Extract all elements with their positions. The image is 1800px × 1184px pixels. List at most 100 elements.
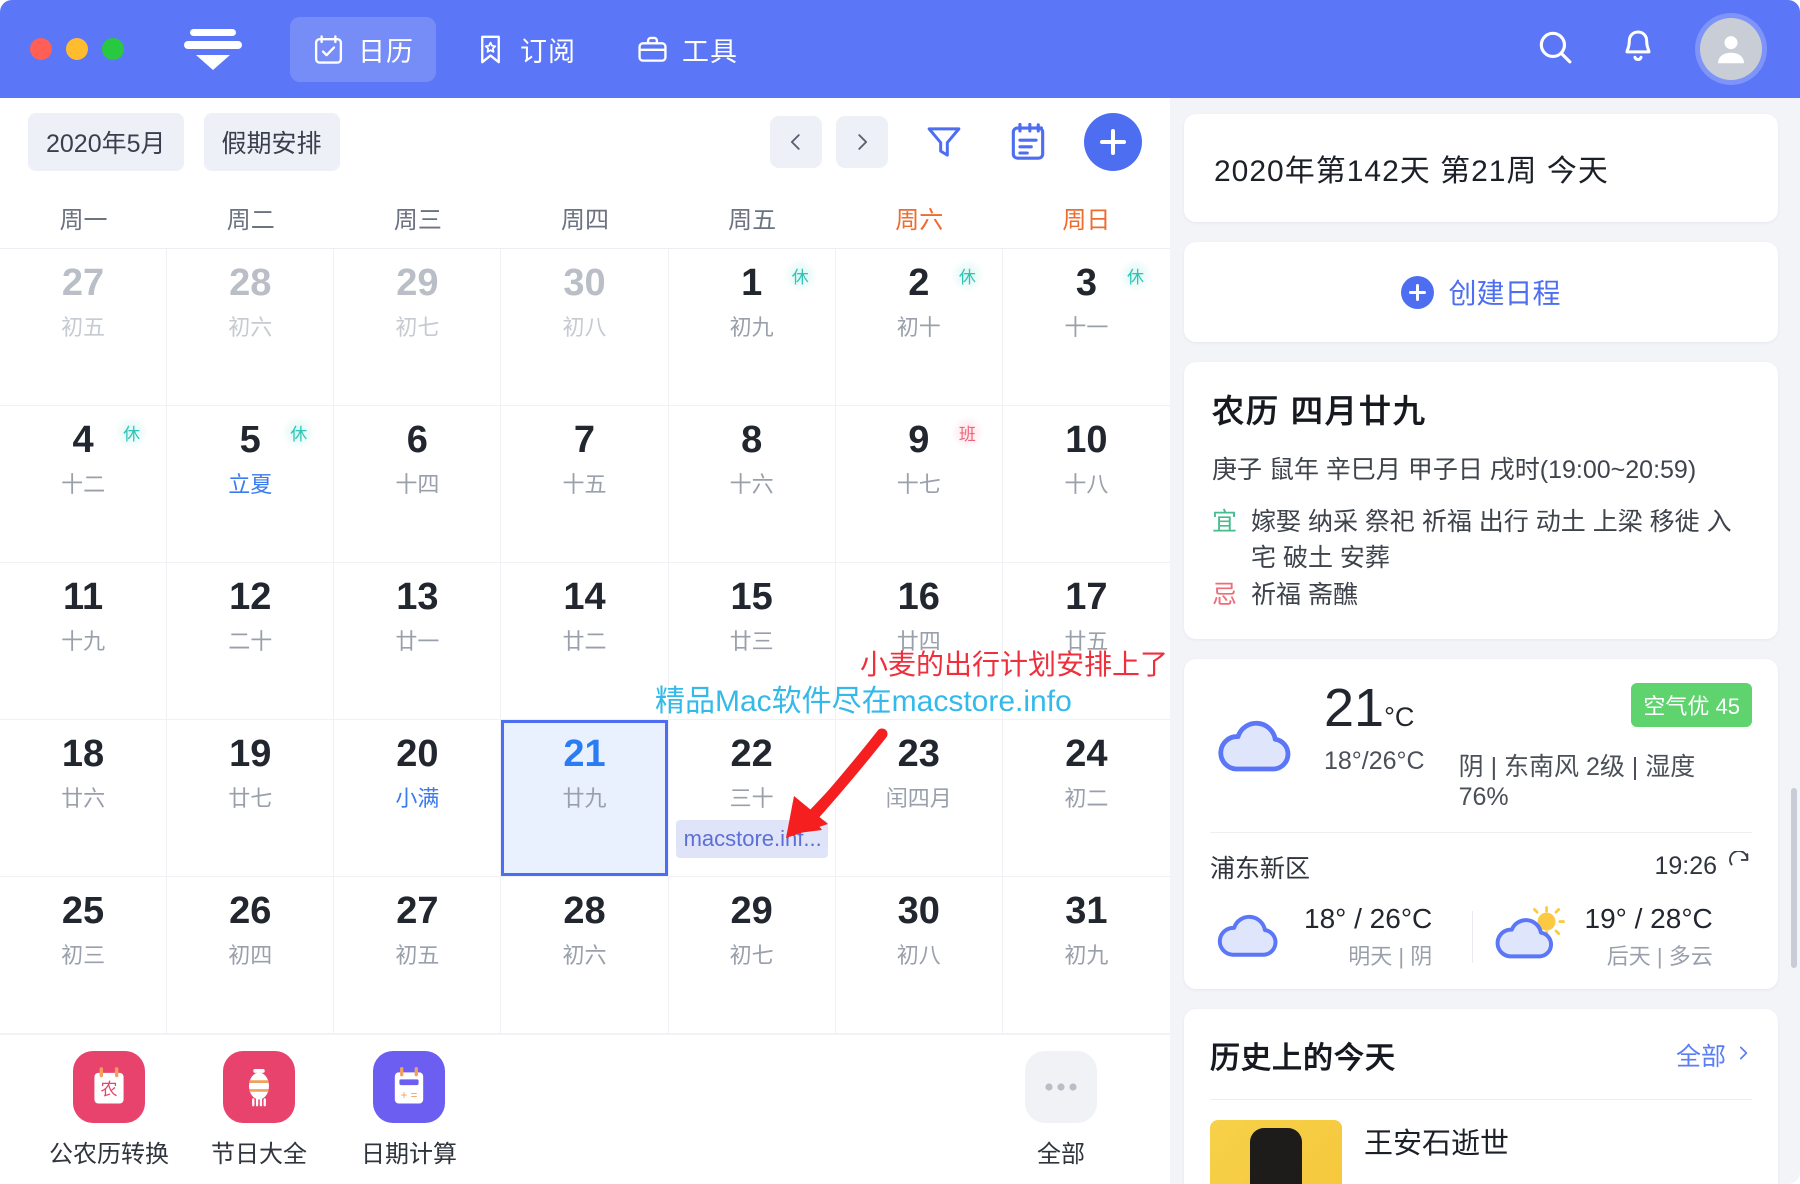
month-selector[interactable]: 2020年5月	[28, 113, 184, 171]
day-lunar-label: 初三	[61, 943, 106, 969]
sidebar-scrollbar[interactable]	[1791, 788, 1797, 968]
calendar-day-cell[interactable]: 30 初八	[835, 877, 1003, 1034]
calendar-day-cell[interactable]: 7 十五	[501, 406, 669, 563]
calendar-day-cell[interactable]: 15 廿三	[668, 563, 836, 720]
calendar-day-cell[interactable]: 8 十六	[668, 406, 836, 563]
festival-lantern-icon	[223, 1050, 295, 1123]
day-lunar-label: 二十	[228, 629, 273, 655]
forecast-dayafter-temp: 19° / 28°C	[1584, 902, 1713, 934]
tool-all[interactable]: 全部	[986, 1050, 1136, 1169]
tab-subscribe[interactable]: 订阅	[452, 17, 598, 82]
close-button[interactable]	[30, 38, 52, 60]
calendar-day-cell[interactable]: 28 初六	[167, 249, 335, 406]
day-event-chip[interactable]: macstore.inf...	[675, 820, 828, 858]
weather-forecast: 18° / 26°C 明天 | 阴 19° / 28°C 后天 | 多云	[1210, 903, 1752, 971]
day-lunar-label: 廿二	[562, 629, 607, 655]
weekday-wed: 周三	[393, 206, 442, 234]
weekday-header: 周一 周二 周三 周四 周五 周六 周日	[0, 186, 1170, 248]
more-dots-icon	[1025, 1050, 1097, 1123]
lunar-date-title: 农历 四月廿九	[1212, 393, 1427, 429]
next-month-button[interactable]	[836, 116, 888, 168]
history-thumbnail	[1210, 1119, 1342, 1184]
calendar-day-cell[interactable]: 18 廿六	[0, 720, 168, 877]
tool-festival[interactable]: 节日大全	[184, 1050, 334, 1169]
bell-icon[interactable]	[1618, 27, 1658, 72]
calendar-day-cell[interactable]: 12 二十	[167, 563, 335, 720]
calendar-day-cell[interactable]: 30 初八	[501, 249, 669, 406]
calendar-day-cell[interactable]: 17 廿五	[1002, 563, 1170, 720]
day-lunar-label: 初五	[395, 943, 440, 969]
calendar-day-cell[interactable]: 9 十七班	[835, 406, 1003, 563]
day-number: 22	[730, 733, 773, 775]
calendar-day-cell[interactable]: 29 初七	[334, 249, 502, 406]
plus-icon	[1401, 275, 1435, 309]
day-lunar-label: 廿五	[1064, 629, 1109, 655]
calendar-day-cell[interactable]: 10 十八	[1002, 406, 1170, 563]
schedule-list-icon[interactable]	[1000, 114, 1056, 170]
lunar-yi-row: 宜 嫁娶 纳采 祭祀 祈福 出行 动土 上梁 移徙 入宅 破土 安葬	[1212, 504, 1750, 577]
calendar-day-cell[interactable]: 22 三十 macstore.inf...	[668, 720, 836, 877]
tool-date-calculator-label: 日期计算	[361, 1140, 457, 1168]
day-lunar-label: 初六	[562, 943, 607, 969]
calendar-day-cell[interactable]: 24 初二	[1002, 720, 1170, 877]
calendar-day-cell[interactable]: 13 廿一	[334, 563, 502, 720]
add-event-button[interactable]	[1084, 113, 1142, 171]
day-lunar-label: 初十	[896, 315, 941, 341]
calendar-day-cell[interactable]: 20 小满	[334, 720, 502, 877]
calendar-day-cell[interactable]: 28 初六	[501, 877, 669, 1034]
tool-date-calculator[interactable]: + = 日期计算	[334, 1050, 484, 1169]
day-lunar-label: 廿一	[395, 629, 440, 655]
lunar-ji-row: 忌 祈福 斋醮	[1212, 577, 1750, 613]
calendar-day-cell[interactable]: 27 初五	[334, 877, 502, 1034]
tab-subscribe-label: 订阅	[520, 36, 576, 67]
tool-lunar-convert[interactable]: 农 公农历转换	[34, 1050, 184, 1169]
calendar-day-cell[interactable]: 11 十九	[0, 563, 168, 720]
calendar-day-cell[interactable]: 1 初九休	[668, 249, 836, 406]
weather-location-row: 浦东新区 19:26	[1210, 849, 1752, 885]
minimize-button[interactable]	[66, 38, 88, 60]
calendar-day-cell[interactable]: 29 初七	[668, 877, 836, 1034]
maximize-button[interactable]	[102, 38, 124, 60]
filter-icon[interactable]	[916, 114, 972, 170]
list-item[interactable]: 王安石逝世	[1210, 1100, 1752, 1184]
partly-cloudy-icon	[1491, 905, 1569, 968]
forecast-tomorrow: 18° / 26°C 明天 | 阴	[1210, 903, 1472, 971]
day-lunar-label: 廿三	[729, 629, 774, 655]
calendar-day-cell[interactable]: 19 廿七	[167, 720, 335, 877]
calendar-day-cell[interactable]: 21 廿九	[501, 720, 669, 877]
prev-month-button[interactable]	[770, 116, 822, 168]
calendar-day-cell[interactable]: 2 初十休	[835, 249, 1003, 406]
calendar-day-cell[interactable]: 25 初三	[0, 877, 168, 1034]
main-nav-tabs: 日历 订阅 工具	[290, 16, 760, 82]
calendar-day-cell[interactable]: 31 初九	[1002, 877, 1170, 1034]
avatar[interactable]	[1700, 18, 1762, 80]
day-lunar-label: 廿七	[228, 786, 273, 812]
holiday-arrangement-button[interactable]: 假期安排	[203, 113, 340, 171]
calendar-day-cell[interactable]: 6 十四	[334, 406, 502, 563]
day-lunar-label: 廿四	[896, 629, 941, 655]
tab-tools[interactable]: 工具	[614, 17, 760, 82]
day-lunar-label: 十二	[61, 472, 106, 498]
refresh-icon[interactable]	[1727, 849, 1752, 883]
calendar-day-cell[interactable]: 16 廿四	[835, 563, 1003, 720]
search-icon[interactable]	[1534, 26, 1576, 73]
calendar-day-cell[interactable]: 26 初四	[167, 877, 335, 1034]
lunar-info-card: 农历 四月廿九 庚子 鼠年 辛巳月 甲子日 戌时(19:00~20:59) 宜 …	[1184, 362, 1778, 639]
calendar-day-cell[interactable]: 23 闰四月	[835, 720, 1003, 877]
weekday-sun: 周日	[1062, 206, 1111, 234]
day-lunar-label: 十四	[395, 472, 440, 498]
calendar-day-cell[interactable]: 3 十一休	[1002, 249, 1170, 406]
calendar-day-cell[interactable]: 14 廿二	[501, 563, 669, 720]
create-schedule-button[interactable]: 创建日程	[1184, 242, 1778, 342]
lunar-yi-text: 嫁娶 纳采 祭祀 祈福 出行 动土 上梁 移徙 入宅 破土 安葬	[1251, 508, 1732, 573]
calendar-day-cell[interactable]: 27 初五	[0, 249, 168, 406]
calendar-day-cell[interactable]: 4 十二休	[0, 406, 168, 563]
history-view-all-button[interactable]: 全部	[1676, 1037, 1752, 1073]
tab-calendar[interactable]: 日历	[290, 16, 436, 82]
day-number: 15	[730, 576, 773, 618]
history-today-card: 历史上的今天 全部 王安石逝世	[1184, 1008, 1778, 1184]
day-lunar-label: 初四	[228, 943, 273, 969]
forecast-dayafter-texts: 19° / 28°C 后天 | 多云	[1585, 903, 1713, 971]
calendar-day-cell[interactable]: 5 立夏休	[167, 406, 335, 563]
weather-desc: 阴 | 东南风 2级 | 湿度 76%	[1458, 752, 1696, 811]
